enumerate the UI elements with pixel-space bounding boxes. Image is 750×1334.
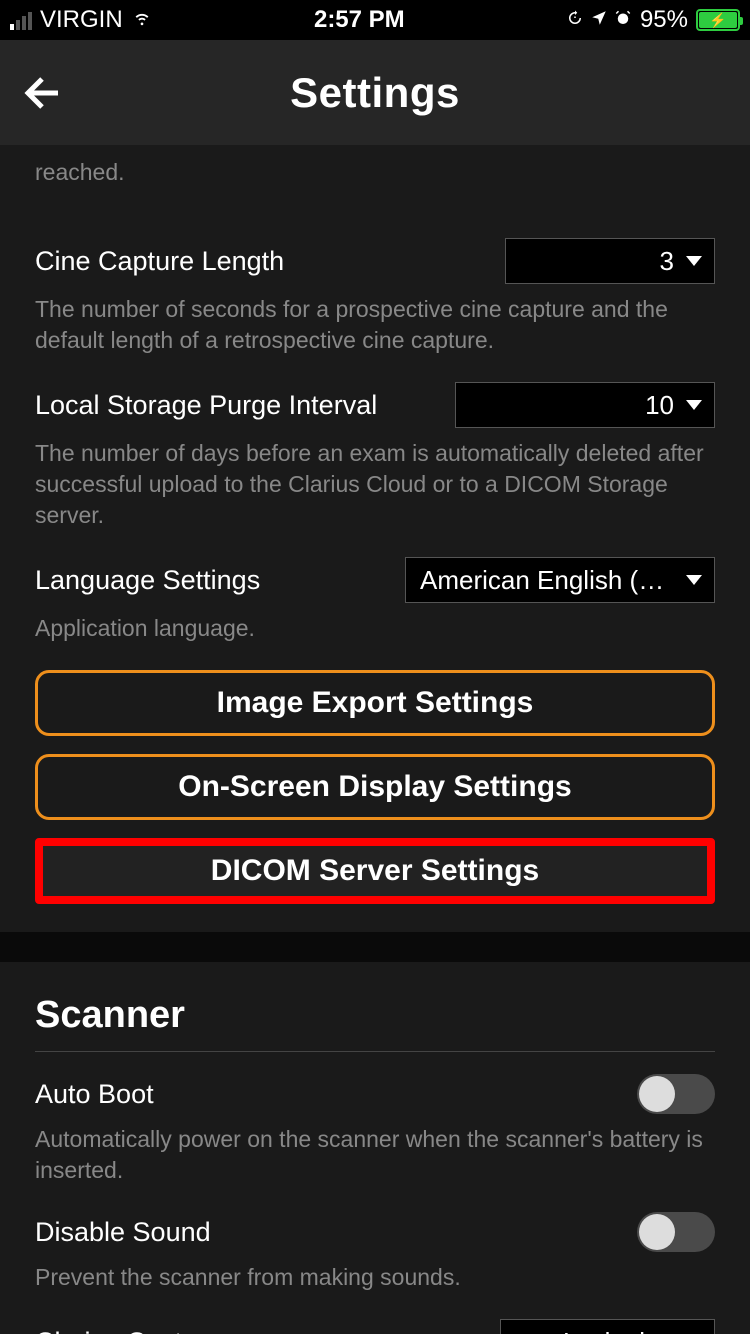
cine-length-select[interactable]: 3 (505, 238, 715, 284)
chevron-down-icon (686, 575, 702, 585)
signal-icon (10, 10, 32, 30)
button-label: On-Screen Display Settings (178, 770, 571, 804)
purge-interval-value: 10 (470, 390, 674, 421)
purge-interval-description: The number of days before an exam is aut… (35, 428, 715, 551)
language-select[interactable]: American English (Uni… (405, 557, 715, 603)
language-label: Language Settings (35, 565, 260, 596)
battery-icon: ⚡ (696, 9, 740, 31)
disable-sound-toggle[interactable] (637, 1212, 715, 1252)
battery-pct: 95% (640, 6, 688, 34)
disable-sound-label: Disable Sound (35, 1217, 211, 1248)
button-label: Image Export Settings (217, 686, 534, 720)
language-value: American English (Uni… (420, 565, 674, 596)
rotation-lock-icon (566, 6, 584, 34)
button-label: DICOM Server Settings (211, 854, 539, 888)
cine-length-description: The number of seconds for a prospective … (35, 284, 715, 376)
page-title: Settings (0, 69, 750, 117)
back-button[interactable] (20, 69, 68, 117)
truncated-description: reached. (35, 145, 715, 216)
clarius-cast-value: Institution (515, 1327, 674, 1334)
carrier-label: VIRGIN (40, 6, 123, 34)
location-icon (590, 6, 608, 34)
auto-boot-label: Auto Boot (35, 1079, 154, 1110)
dicom-server-settings-button[interactable]: DICOM Server Settings (35, 838, 715, 904)
auto-boot-description: Automatically power on the scanner when … (35, 1114, 715, 1206)
scanner-section-header: Scanner (35, 962, 715, 1052)
language-description: Application language. (35, 603, 715, 652)
cine-length-label: Cine Capture Length (35, 246, 284, 277)
clarius-cast-label: Clarius Cast (35, 1327, 182, 1334)
alarm-icon (614, 6, 632, 34)
auto-boot-toggle[interactable] (637, 1074, 715, 1114)
status-time: 2:57 PM (314, 6, 405, 34)
chevron-down-icon (686, 256, 702, 266)
wifi-icon (131, 6, 153, 35)
chevron-down-icon (686, 400, 702, 410)
on-screen-display-settings-button[interactable]: On-Screen Display Settings (35, 754, 715, 820)
image-export-settings-button[interactable]: Image Export Settings (35, 670, 715, 736)
cine-length-value: 3 (520, 246, 674, 277)
purge-interval-label: Local Storage Purge Interval (35, 390, 377, 421)
disable-sound-description: Prevent the scanner from making sounds. (35, 1252, 715, 1313)
nav-bar: Settings (0, 40, 750, 145)
status-bar: VIRGIN 2:57 PM 95% ⚡ (0, 0, 750, 40)
purge-interval-select[interactable]: 10 (455, 382, 715, 428)
clarius-cast-select[interactable]: Institution (500, 1319, 715, 1334)
settings-scroll[interactable]: reached. Cine Capture Length 3 The numbe… (0, 145, 750, 1334)
